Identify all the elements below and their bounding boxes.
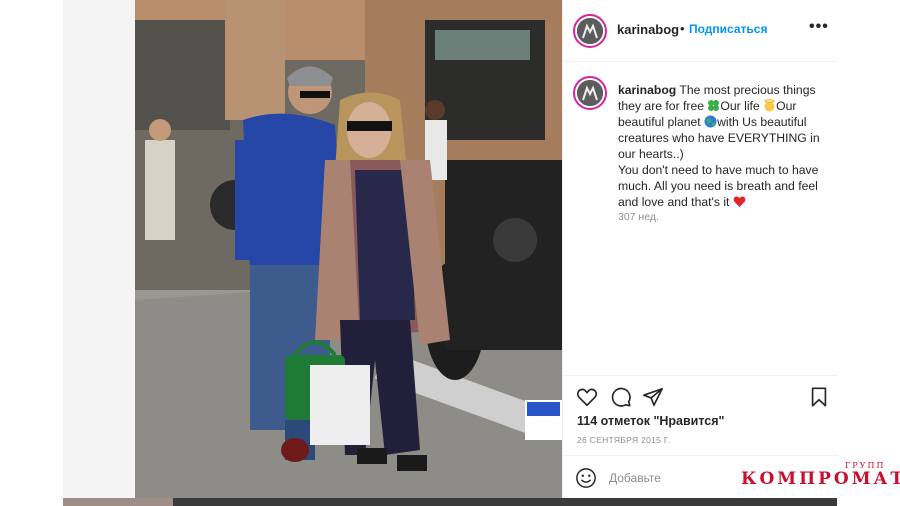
separator-dot: • bbox=[680, 21, 685, 36]
post-caption: karinabog The most precious things they … bbox=[618, 82, 828, 210]
caption-text-5: You don't need to have much to have much… bbox=[618, 163, 819, 209]
likes-count[interactable]: 114 отметок "Нравится" bbox=[577, 414, 724, 428]
clover-icon bbox=[708, 100, 720, 111]
follow-button[interactable]: Подписаться bbox=[689, 22, 767, 36]
next-post-strip bbox=[63, 498, 837, 506]
action-bar: 114 отметок "Нравится" 26 СЕНТЯБРЯ 2015 … bbox=[563, 375, 838, 455]
comment-icon[interactable] bbox=[610, 386, 632, 408]
photo-content bbox=[135, 0, 562, 498]
watermark-text: КОМПРОМАТ bbox=[741, 469, 900, 489]
red-heart-icon bbox=[733, 196, 746, 207]
post-age: 307 нед. bbox=[618, 211, 659, 223]
globe-icon bbox=[704, 115, 717, 128]
caption-text-2: Our life bbox=[720, 99, 764, 113]
angel-face-icon bbox=[764, 99, 775, 112]
username-link[interactable]: karinabog bbox=[617, 22, 679, 37]
smile-icon[interactable] bbox=[575, 467, 597, 489]
caption-username[interactable]: karinabog bbox=[618, 83, 676, 97]
avatar[interactable] bbox=[573, 14, 607, 48]
post-date: 26 СЕНТЯБРЯ 2015 Г. bbox=[577, 435, 671, 445]
post-photo[interactable] bbox=[63, 0, 562, 498]
comment-input[interactable]: Добавьте bbox=[609, 471, 661, 485]
avatar-image bbox=[577, 18, 603, 44]
watermark-logo: ГРУПП КОМПРОМАТ bbox=[741, 461, 900, 491]
next-post-strip-accent bbox=[63, 498, 173, 506]
photo-illustration bbox=[135, 0, 562, 498]
post-header: karinabog • Подписаться ••• bbox=[563, 0, 838, 62]
caption-avatar[interactable] bbox=[573, 76, 607, 110]
caption-avatar-image bbox=[577, 80, 603, 106]
paper-plane-icon[interactable] bbox=[642, 386, 664, 408]
more-options-icon[interactable]: ••• bbox=[809, 18, 829, 36]
post-side-panel: karinabog • Подписаться ••• karinabog Th… bbox=[562, 0, 838, 498]
caption-area: karinabog The most precious things they … bbox=[563, 62, 838, 374]
heart-icon[interactable] bbox=[576, 386, 598, 408]
bookmark-icon[interactable] bbox=[808, 386, 830, 408]
